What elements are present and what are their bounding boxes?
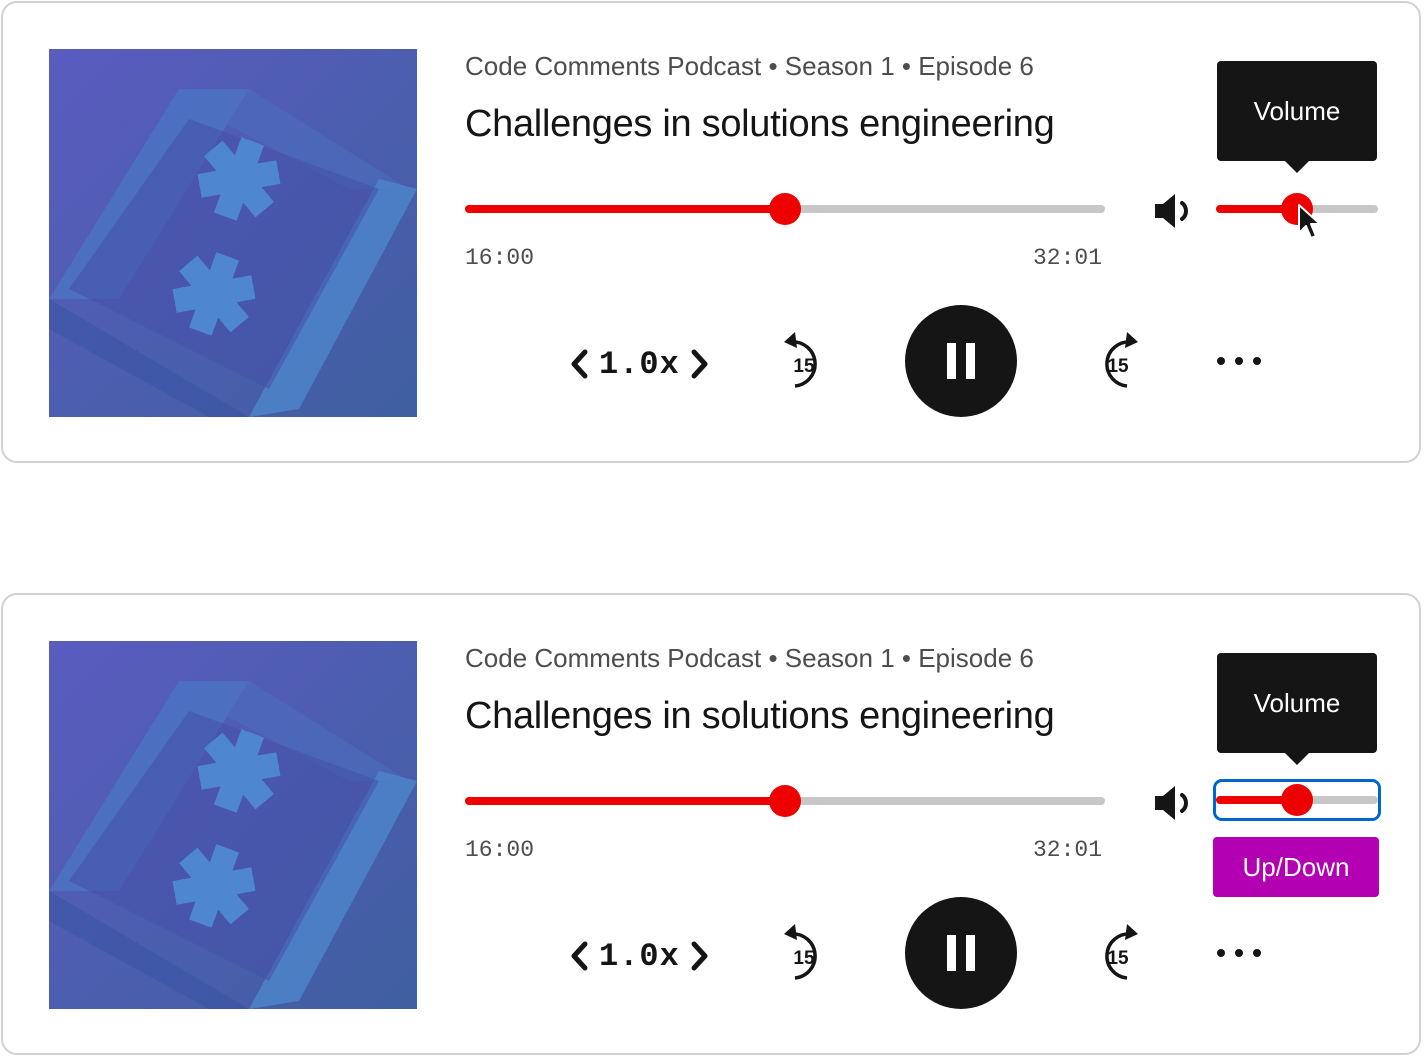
rewind-seconds: 15 xyxy=(793,356,815,377)
keyboard-hint-badge: Up/Down xyxy=(1213,837,1379,897)
pause-button[interactable] xyxy=(905,305,1017,417)
ellipsis-icon[interactable] xyxy=(1211,345,1267,377)
faster-button[interactable] xyxy=(686,931,714,981)
episode-meta: Code Comments Podcast • Season 1 • Episo… xyxy=(465,51,1034,81)
playback-rate: 1.0x xyxy=(565,931,714,981)
chevron-right-icon xyxy=(691,349,708,379)
volume-tooltip: Volume xyxy=(1217,653,1377,765)
speaker-icon[interactable] xyxy=(1151,781,1195,825)
current-time: 16:00 xyxy=(465,245,535,271)
rewind-15-icon[interactable]: 15 xyxy=(773,920,833,984)
seek-fill xyxy=(465,797,785,805)
pause-button[interactable] xyxy=(905,897,1017,1009)
seek-fill xyxy=(465,205,785,213)
duration: 32:01 xyxy=(1033,837,1103,863)
rate-value: 1.0x xyxy=(599,345,680,383)
audio-player: Code Comments Podcast • Season 1 • Episo… xyxy=(1,1,1421,463)
rewind-15-icon[interactable]: 15 xyxy=(773,328,833,392)
volume-slider[interactable] xyxy=(1213,779,1381,821)
podcast-artwork xyxy=(49,641,417,1009)
podcast-artwork xyxy=(49,49,417,417)
audio-player: Code Comments Podcast • Season 1 • Episo… xyxy=(1,593,1421,1055)
rate-value: 1.0x xyxy=(599,937,680,975)
episode-title: Challenges in solutions engineering xyxy=(465,695,1055,737)
playback-rate: 1.0x xyxy=(565,339,714,389)
duration: 32:01 xyxy=(1033,245,1103,271)
slower-button[interactable] xyxy=(565,931,593,981)
slower-button[interactable] xyxy=(565,339,593,389)
episode-title: Challenges in solutions engineering xyxy=(465,103,1055,145)
chevron-left-icon xyxy=(571,941,588,971)
mouse-pointer-icon xyxy=(1298,204,1321,239)
forward-seconds: 15 xyxy=(1107,356,1129,377)
episode-meta: Code Comments Podcast • Season 1 • Episo… xyxy=(465,643,1034,673)
chevron-right-icon xyxy=(691,941,708,971)
chevron-left-icon xyxy=(571,349,588,379)
seek-thumb[interactable] xyxy=(769,193,801,225)
seek-slider[interactable] xyxy=(465,781,1105,821)
seek-slider[interactable] xyxy=(465,189,1105,229)
forward-seconds: 15 xyxy=(1107,948,1129,969)
forward-15-icon[interactable]: 15 xyxy=(1089,328,1149,392)
pause-icon xyxy=(947,343,975,379)
pause-icon xyxy=(947,935,975,971)
speaker-icon[interactable] xyxy=(1151,189,1195,233)
forward-15-icon[interactable]: 15 xyxy=(1089,920,1149,984)
current-time: 16:00 xyxy=(465,837,535,863)
rewind-seconds: 15 xyxy=(793,948,815,969)
volume-thumb[interactable] xyxy=(1281,784,1313,816)
seek-thumb[interactable] xyxy=(769,785,801,817)
ellipsis-icon[interactable] xyxy=(1211,937,1267,969)
faster-button[interactable] xyxy=(686,339,714,389)
volume-tooltip: Volume xyxy=(1217,61,1377,173)
